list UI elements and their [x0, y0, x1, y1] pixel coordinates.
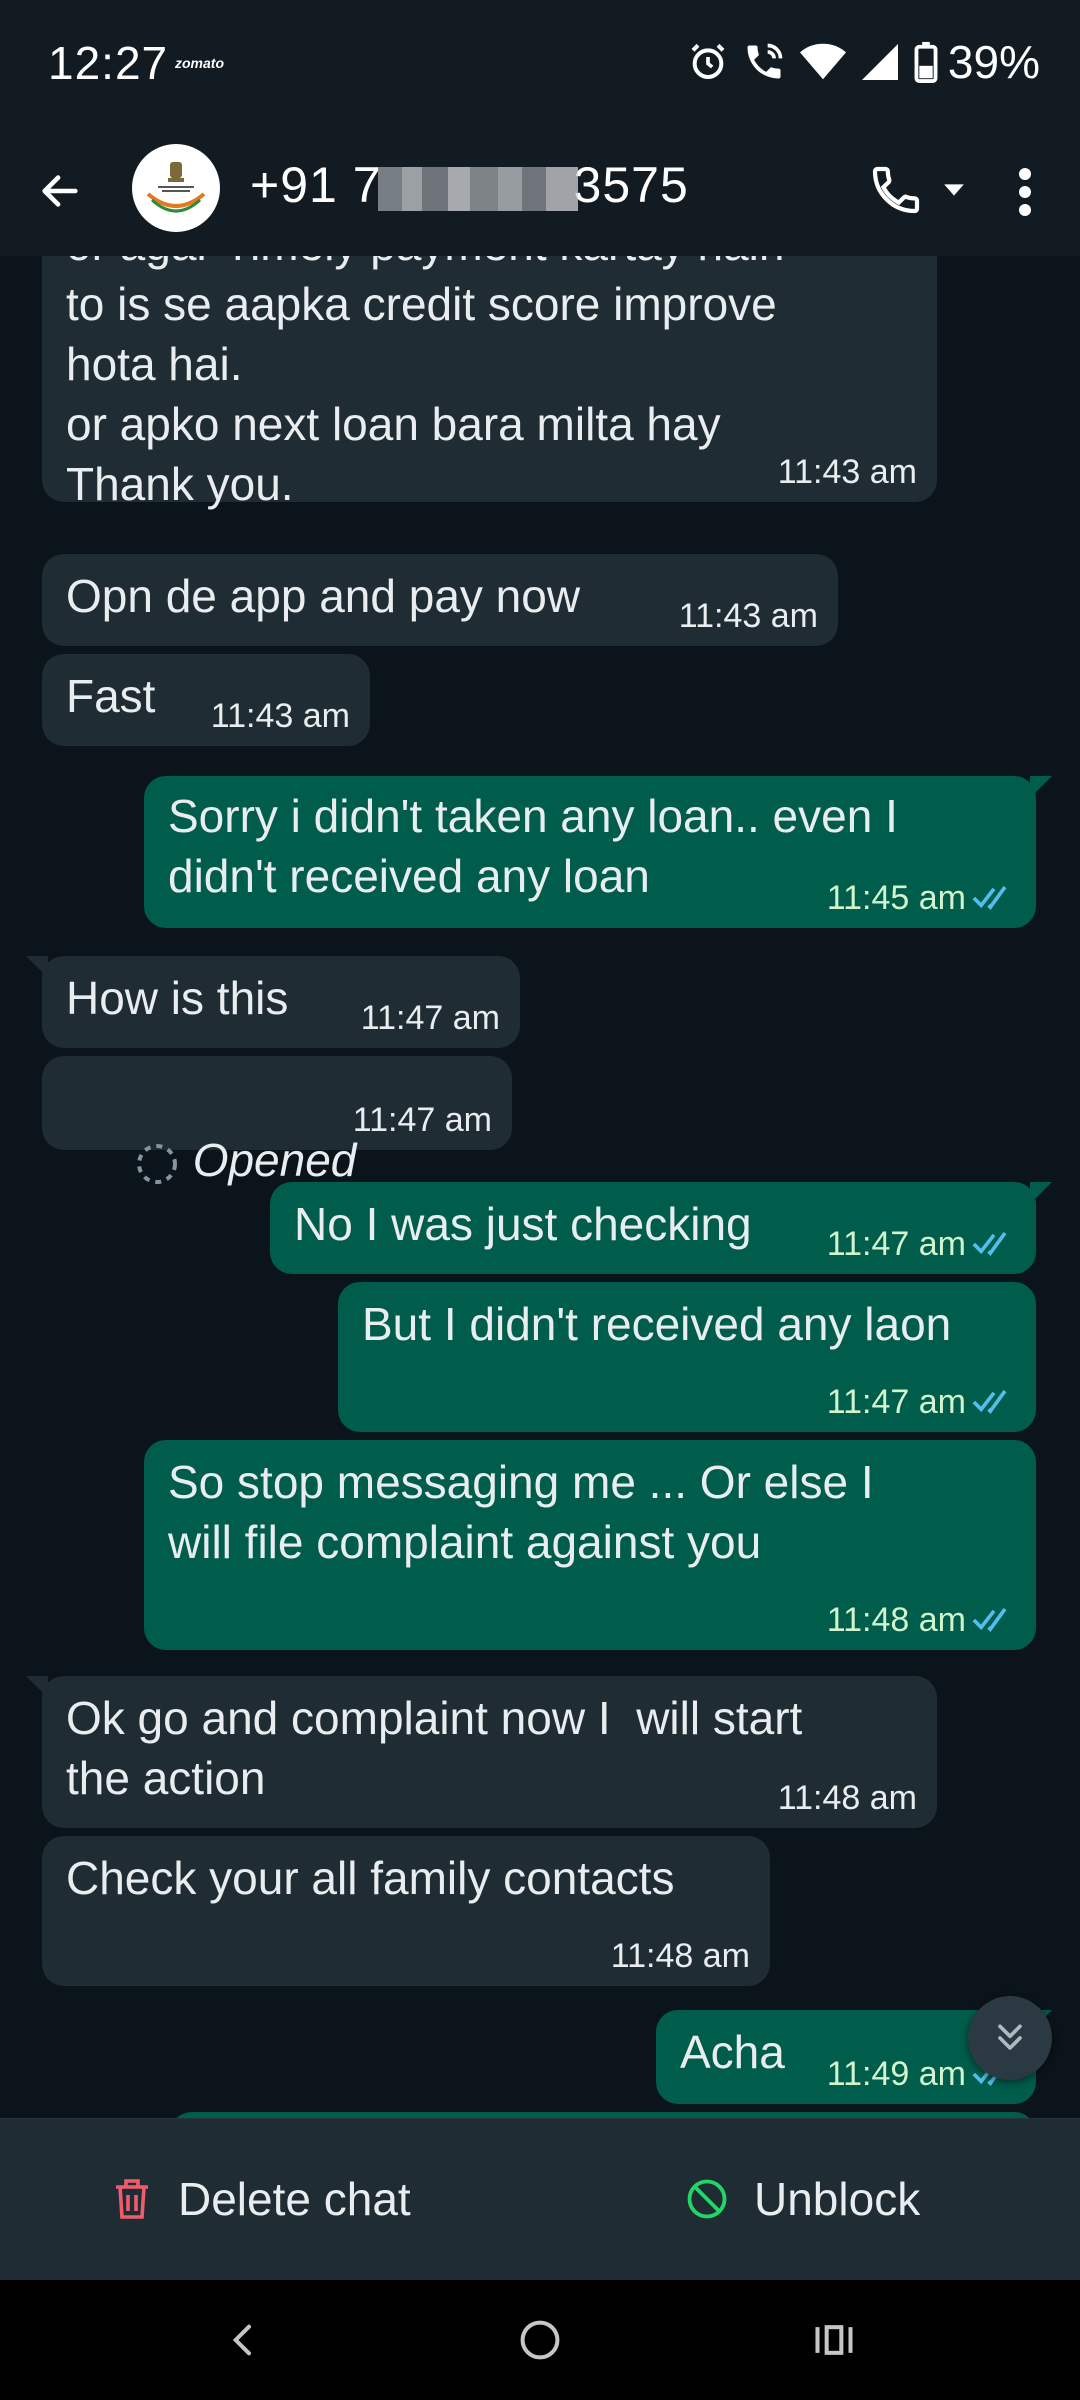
message-text: Check your all family contacts — [66, 1852, 675, 1904]
message-incoming[interactable]: Ok go and complaint now I will start the… — [26, 1676, 937, 1828]
message-time-text: 11:43 am — [678, 597, 818, 635]
phone-icon[interactable] — [868, 162, 928, 222]
message-time-text: 11:48 am — [826, 1601, 966, 1639]
nav-back-icon — [232, 2324, 251, 2356]
nav-recents-icon — [815, 2325, 853, 2355]
signal-icon — [861, 44, 898, 80]
message-time-text: 11:47 am — [360, 999, 500, 1037]
nav-home-button[interactable] — [510, 2310, 570, 2370]
message-incoming[interactable]: Fast 11:43 am — [42, 654, 370, 746]
message-text: But I didn't received any laon — [362, 1298, 952, 1350]
status-time: 12:27 — [48, 37, 169, 89]
message-time: 11:47 am — [827, 1224, 1016, 1264]
message-time-text: 11:45 am — [826, 879, 966, 917]
message-time-text: 11:48 am — [777, 1779, 917, 1817]
contact-prefix: +91 7 — [250, 157, 382, 213]
redaction-mask — [377, 166, 578, 211]
back-arrow-icon[interactable] — [30, 161, 90, 221]
message-outgoing[interactable]: But I didn't received any laon 11:47 am — [338, 1282, 1036, 1432]
trash-icon — [116, 2179, 148, 2219]
message-time: 11:43 am — [211, 696, 350, 736]
nav-recents-button[interactable] — [804, 2310, 864, 2370]
unblock-icon — [687, 2179, 727, 2219]
chat-header: +91 7 3575 — [0, 126, 1080, 256]
chevron-down-icon[interactable] — [940, 176, 970, 206]
message-time: 11:45 am — [827, 878, 1016, 918]
nav-back-button[interactable] — [214, 2310, 274, 2370]
scroll-down-button[interactable] — [968, 1996, 1052, 2080]
message-incoming[interactable]: Opn de app and pay now 11:43 am — [42, 554, 838, 646]
message-time: 11:48 am — [778, 1778, 917, 1818]
status-icons: 39% — [688, 34, 1040, 90]
message-time: 11:47 am — [353, 1100, 492, 1140]
message-time: 11:48 am — [827, 1600, 1016, 1640]
message-time-text: 11:49 am — [826, 2055, 966, 2093]
message-outgoing[interactable]: No I was just checking 11:47 am — [270, 1182, 1052, 1274]
battery-percentage: 39% — [947, 36, 1040, 88]
message-time-text: 11:43 am — [210, 697, 350, 735]
message-outgoing[interactable]: Sorry i didn't taken any loan.. even I d… — [144, 776, 1052, 928]
delete-chat-label: Delete chat — [178, 2173, 411, 2225]
battery-icon — [914, 41, 938, 83]
emblem-avatar-icon — [136, 148, 216, 228]
double-tick-icon — [972, 1231, 1007, 1256]
more-vertical-icon[interactable] — [1010, 162, 1040, 222]
message-time: 11:47 am — [361, 998, 500, 1038]
message-time-text: 11:47 am — [826, 1383, 966, 1421]
message-incoming[interactable]: or agar Timely payment kartay hain to is… — [42, 256, 937, 510]
message-time: 11:43 am — [778, 452, 917, 492]
message-view-once[interactable]: Opened 11:47 am — [42, 1056, 512, 1186]
contact-suffix: 3575 — [573, 157, 689, 213]
delete-chat-button[interactable]: Delete chat — [112, 2159, 411, 2239]
double-tick-icon — [972, 1607, 1007, 1632]
blocked-contact-actions: Delete chat Unblock — [0, 2118, 1080, 2280]
view-once-icon — [136, 1143, 177, 1184]
message-list[interactable]: or agar Timely payment kartay hain to is… — [0, 256, 1080, 2118]
system-navigation-bar — [0, 2280, 1080, 2400]
wifi-call-icon — [747, 43, 783, 79]
scroll-down-icon — [998, 2024, 1022, 2050]
message-incoming[interactable]: How is this 11:47 am — [26, 956, 520, 1048]
message-outgoing[interactable]: So stop messaging me ... Or else I will … — [144, 1440, 1036, 1650]
message-incoming[interactable]: Check your all family contacts 11:48 am — [42, 1836, 770, 1986]
message-time-text: 11:47 am — [826, 1225, 966, 1263]
message-time-text: 11:43 am — [777, 453, 917, 491]
message-time: 11:47 am — [827, 1382, 1016, 1422]
double-tick-icon — [972, 885, 1007, 910]
notification-app-label: zomato — [175, 55, 224, 71]
contact-name[interactable]: +91 7 3575 — [250, 156, 689, 214]
double-tick-icon — [972, 1389, 1007, 1414]
avatar[interactable] — [132, 144, 220, 232]
wifi-icon — [799, 43, 846, 80]
message-time-text: 11:48 am — [610, 1937, 750, 1975]
unblock-label: Unblock — [754, 2173, 921, 2225]
opened-label: Opened — [192, 1134, 357, 1186]
message-time: 11:43 am — [679, 596, 818, 636]
nav-home-icon — [520, 2320, 560, 2360]
message-time-text: 11:47 am — [352, 1101, 492, 1139]
message-time: 11:48 am — [611, 1936, 750, 1976]
unblock-button[interactable]: Unblock — [686, 2159, 920, 2239]
alarm-icon — [691, 43, 725, 79]
status-bar: 12:27 zomato 39% — [0, 0, 1080, 126]
message-text: So stop messaging me ... Or else I will … — [168, 1456, 874, 1568]
